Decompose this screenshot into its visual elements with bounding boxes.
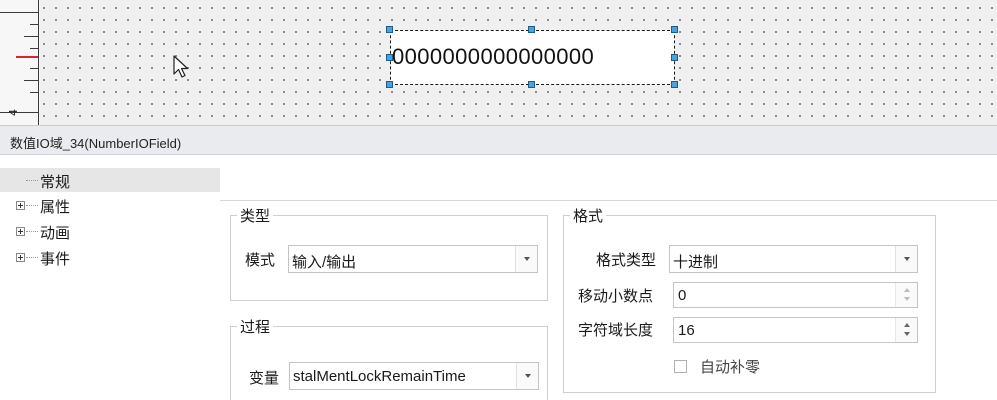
chevron-down-icon[interactable] [895, 246, 917, 272]
variable-select-value: stalMentLockRemainTime [293, 368, 466, 385]
spinner-buttons[interactable] [895, 283, 917, 307]
shift-decimal-spinner[interactable]: 0 [673, 282, 918, 308]
auto-zero-label: 自动补零 [700, 359, 761, 376]
ruler-tick [30, 92, 38, 93]
field-length-spinner[interactable]: 16 [673, 317, 918, 343]
resize-handle-se[interactable] [671, 81, 678, 88]
auto-zero-checkbox[interactable] [674, 360, 687, 373]
panel-divider [220, 200, 997, 201]
tree-item-label: 属性 [40, 199, 71, 216]
ruler-tick [30, 68, 38, 69]
spin-up-icon[interactable] [904, 288, 910, 292]
tree-connector [26, 231, 38, 232]
ruler-tick [24, 80, 38, 81]
spinner-buttons[interactable] [895, 318, 917, 342]
ruler-position-marker [16, 56, 38, 58]
format-type-select[interactable]: 十进制 [669, 245, 918, 273]
resize-handle-ne[interactable] [671, 26, 678, 33]
tree-connector [26, 257, 38, 258]
spin-up-icon[interactable] [904, 323, 910, 327]
mode-select-value: 输入/输出 [292, 254, 357, 271]
tree-item-properties[interactable]: 属性 [0, 193, 220, 217]
tree-item-general[interactable]: 常规 [0, 168, 220, 192]
expand-icon[interactable] [16, 201, 25, 210]
design-canvas[interactable]: 4 0000000000000000 [0, 0, 997, 125]
properties-title: 数值IO域_34(NumberIOField) [10, 136, 182, 151]
tree-item-events[interactable]: 事件 [0, 245, 220, 269]
resize-handle-nw[interactable] [386, 26, 393, 33]
field-length-value: 16 [678, 322, 695, 339]
chevron-down-icon[interactable] [515, 246, 537, 272]
tree-item-animation[interactable]: 动画 [0, 219, 220, 243]
number-io-field-value: 0000000000000000 [392, 44, 595, 69]
shift-decimal-value: 0 [678, 287, 687, 304]
mode-select[interactable]: 输入/输出 [288, 245, 538, 273]
spin-down-icon[interactable] [904, 332, 910, 336]
ruler-edge [38, 0, 39, 125]
tree-item-label: 动画 [40, 225, 71, 242]
tree-connector [26, 180, 38, 181]
format-type-select-value: 十进制 [673, 254, 719, 271]
tree-item-label: 常规 [40, 174, 71, 191]
resize-handle-n[interactable] [528, 26, 535, 33]
resize-handle-w[interactable] [386, 54, 393, 61]
variable-select[interactable]: stalMentLockRemainTime [289, 362, 539, 390]
properties-title-bar: 数值IO域_34(NumberIOField) [0, 125, 997, 155]
property-category-tree: 常规 属性 动画 事件 [0, 163, 220, 400]
ruler-tick [24, 36, 38, 37]
chevron-down-icon[interactable] [516, 363, 538, 389]
process-group-legend: 过程 [237, 316, 274, 337]
tree-connector [26, 205, 38, 206]
format-type-label: 格式类型 [596, 252, 657, 269]
vertical-ruler: 4 [0, 0, 40, 125]
mode-label: 模式 [245, 252, 276, 269]
spin-down-icon[interactable] [904, 297, 910, 301]
expand-icon[interactable] [16, 253, 25, 262]
ruler-tick [30, 24, 38, 25]
ruler-tick [30, 48, 38, 49]
type-group-legend: 类型 [237, 205, 274, 226]
expand-icon[interactable] [16, 227, 25, 236]
format-group-legend: 格式 [570, 205, 607, 226]
variable-label: 变量 [249, 370, 280, 387]
resize-handle-e[interactable] [671, 54, 678, 61]
shift-decimal-label: 移动小数点 [578, 288, 654, 305]
resize-handle-s[interactable] [528, 81, 535, 88]
mouse-cursor-icon [173, 55, 189, 78]
resize-handle-sw[interactable] [386, 81, 393, 88]
ruler-tick [0, 12, 38, 13]
ruler-number: 4 [7, 109, 20, 116]
tree-item-label: 事件 [40, 251, 71, 268]
field-length-label: 字符域长度 [578, 322, 654, 339]
